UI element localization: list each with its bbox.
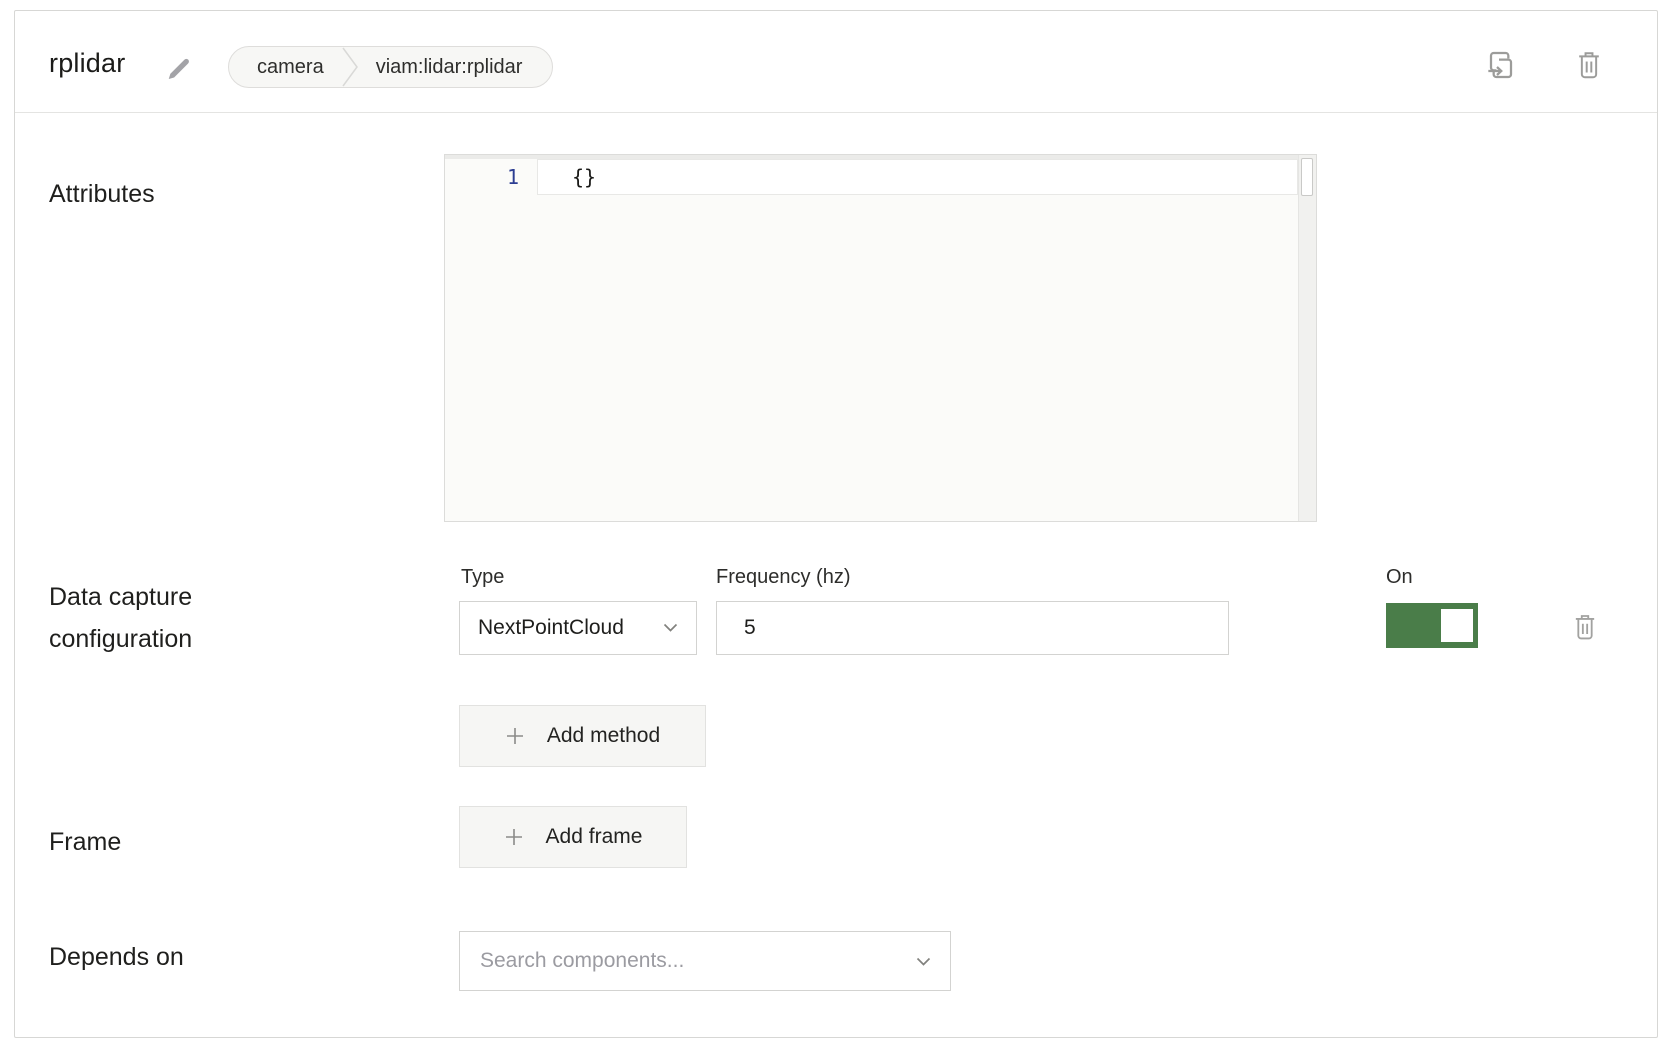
capture-on-label: On [1386,565,1413,589]
component-category: camera [257,56,324,79]
component-card-header: rplidar camera viam:lidar:rplidar [15,11,1657,113]
duplicate-component-button[interactable] [1483,47,1519,83]
duplicate-icon [1485,49,1517,81]
editor-scrollbar[interactable] [1298,155,1316,521]
component-type-pill: camera viam:lidar:rplidar [228,46,553,88]
capture-toggle[interactable] [1386,603,1478,648]
toggle-knob [1441,609,1473,642]
component-name: rplidar [49,48,125,78]
search-components-input[interactable] [459,931,951,991]
attributes-json-editor[interactable]: 1 {} [444,154,1317,522]
editor-code-text: {} [537,159,1298,195]
add-method-button[interactable]: Add method [459,705,706,767]
add-frame-label: Add frame [546,825,643,849]
trash-icon [1572,613,1598,641]
pencil-icon [165,54,193,82]
delete-capture-method-button[interactable] [1567,609,1603,645]
component-card: rplidar camera viam:lidar:rplidar [14,10,1658,1038]
capture-type-select[interactable]: NextPointCloud [459,601,697,655]
attributes-label: Attributes [49,173,155,215]
chevron-separator-icon [340,47,360,87]
capture-type-value: NextPointCloud [478,616,624,640]
trash-icon [1575,50,1603,80]
rename-button[interactable] [163,53,195,83]
data-capture-label: Data capture configuration [49,576,299,660]
frame-label: Frame [49,821,121,863]
editor-active-line: 1 {} [445,159,1298,195]
capture-type-label: Type [461,565,504,589]
frequency-label: Frequency (hz) [716,565,851,589]
add-method-label: Add method [547,724,660,748]
depends-on-label: Depends on [49,936,184,978]
frequency-input[interactable] [716,601,1229,655]
plus-icon [505,726,525,746]
depends-on-select [459,931,951,991]
editor-scrollbar-thumb[interactable] [1301,158,1313,196]
component-model: viam:lidar:rplidar [376,56,523,79]
add-frame-button[interactable]: Add frame [459,806,687,868]
chevron-down-icon [663,623,678,633]
editor-line-number: 1 [445,159,537,195]
delete-component-button[interactable] [1571,47,1607,83]
plus-icon [504,827,524,847]
